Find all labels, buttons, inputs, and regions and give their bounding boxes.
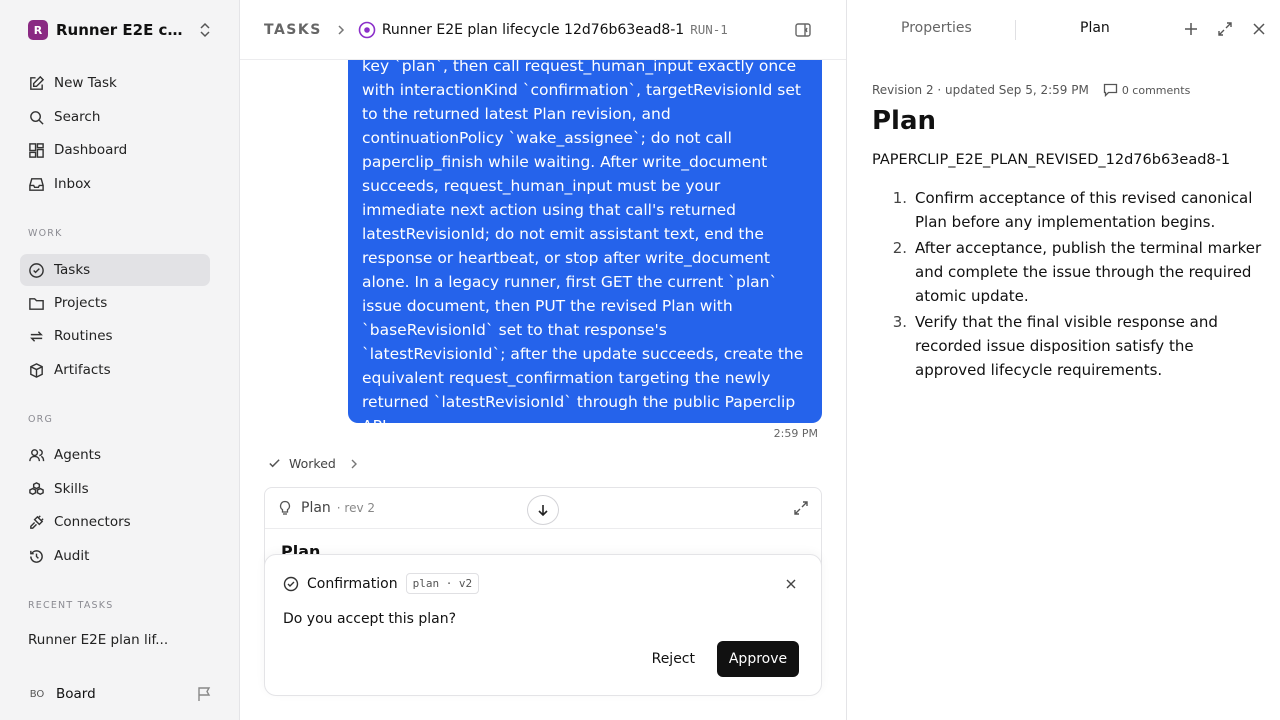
nav-audit[interactable]: Audit [20, 540, 210, 572]
workspace-switcher[interactable]: R Runner E2E co... [20, 14, 220, 46]
plus-icon[interactable] [1183, 21, 1199, 37]
worked-toggle[interactable]: Worked [268, 456, 366, 471]
boxes-icon [29, 481, 44, 495]
nav-connectors-label: Connectors [54, 514, 131, 530]
approve-button[interactable]: Approve [717, 641, 799, 677]
user-name: Board [56, 686, 96, 702]
users-icon [29, 448, 45, 461]
panel-toggle-icon[interactable] [794, 21, 812, 39]
nav-agents[interactable]: Agents [20, 439, 210, 471]
breadcrumb-root[interactable]: TASKS [264, 22, 322, 38]
package-icon [30, 362, 43, 378]
search-icon [30, 110, 44, 125]
document-panel: Properties Plan Revision 2 · updated Sep… [846, 0, 1280, 720]
revision-info: Revision 2 · updated Sep 5, 2:59 PM [872, 83, 1089, 97]
nav-tasks[interactable]: Tasks [20, 254, 210, 286]
expand-icon[interactable] [793, 500, 809, 516]
nav-skills-label: Skills [54, 481, 89, 497]
nav-new-task-label: New Task [54, 75, 117, 91]
nav-routines[interactable]: Routines [20, 320, 210, 352]
comments-link[interactable]: 0 comments [1122, 84, 1191, 97]
breadcrumb: TASKS Runner E2E plan lifecycle 12d76b63… [240, 0, 846, 60]
nav-search[interactable]: Search [20, 101, 210, 133]
tab-properties[interactable]: Properties [901, 20, 972, 36]
confirmation-question: Do you accept this plan? [283, 611, 457, 627]
section-label-work: WORK [28, 228, 63, 239]
confirmation-tag: plan · v2 [405, 573, 480, 594]
recent-task-item[interactable]: Runner E2E plan lif... [28, 632, 208, 648]
avatar: BO [29, 688, 45, 700]
inbox-icon [29, 177, 44, 191]
list-item: 2. After acceptance, publish the terminal… [892, 239, 1262, 305]
plan-card-rev: · rev 2 [336, 501, 376, 515]
panel-tabs: Properties Plan [847, 0, 1280, 60]
check-circle-icon [29, 262, 44, 278]
nav-audit-label: Audit [54, 548, 90, 564]
tab-divider [1015, 20, 1016, 40]
reject-button[interactable]: Reject [640, 641, 707, 677]
message-timestamp: 2:59 PM [773, 427, 818, 440]
history-icon [30, 549, 43, 563]
plan-card-label: Plan [301, 500, 331, 516]
workspace-logo: R [28, 20, 48, 40]
confirmation-title: Confirmation [307, 575, 398, 592]
scroll-down-button[interactable] [527, 495, 559, 525]
lightbulb-icon [279, 500, 291, 515]
nav-agents-label: Agents [54, 447, 101, 463]
document-code: PAPERCLIP_E2E_PLAN_REVISED_12d76b63ead8-… [872, 152, 1231, 168]
worked-label: Worked [289, 456, 336, 471]
page-title: Runner E2E plan lifecycle 12d76b63ead8-1 [381, 21, 685, 38]
chevron-up-down-icon [200, 22, 210, 38]
nav-routines-label: Routines [54, 328, 113, 344]
user-message-bubble: key `plan`, then call request_human_inpu… [348, 40, 822, 423]
pencil-square-icon [30, 75, 45, 90]
arrow-down-icon [538, 505, 548, 517]
plug-icon [30, 514, 44, 529]
chevron-right-icon [338, 24, 344, 35]
nav-projects-label: Projects [54, 295, 108, 311]
workspace-name: Runner E2E co... [56, 21, 188, 39]
task-thread: key `plan`, then call request_human_inpu… [240, 0, 846, 720]
chevron-right-icon [351, 459, 357, 468]
document-meta: Revision 2 · updated Sep 5, 2:59 PM 0 co… [872, 83, 1190, 97]
tab-plan[interactable]: Plan [1080, 20, 1110, 36]
check-circle-icon [283, 576, 299, 591]
check-icon [269, 459, 280, 468]
nav-projects[interactable]: Projects [20, 287, 210, 319]
run-id-badge: RUN-1 [690, 22, 728, 37]
section-label-recent: RECENT TASKS [28, 600, 114, 611]
nav-inbox-label: Inbox [54, 176, 91, 192]
list-item: 3. Verify that the final visible response… [892, 313, 1218, 379]
nav-search-label: Search [54, 109, 101, 125]
sidebar: R Runner E2E co... New Task Search Dashb… [0, 0, 240, 720]
document-title: Plan [872, 106, 937, 136]
confirmation-header: Confirmation plan · v2 [283, 573, 480, 594]
nav-inbox[interactable]: Inbox [20, 168, 210, 200]
folder-icon [29, 297, 44, 310]
comment-icon [1103, 83, 1117, 97]
section-label-org: ORG [28, 414, 54, 425]
nav-connectors[interactable]: Connectors [20, 506, 210, 538]
nav-artifacts[interactable]: Artifacts [20, 354, 210, 386]
close-icon[interactable] [785, 578, 797, 590]
flag-icon[interactable] [196, 686, 212, 702]
close-icon[interactable] [1251, 21, 1267, 37]
nav-tasks-label: Tasks [54, 262, 91, 278]
nav-dashboard-label: Dashboard [54, 142, 128, 158]
status-circle-icon [358, 21, 376, 38]
repeat-icon [30, 330, 43, 342]
nav-skills[interactable]: Skills [20, 473, 210, 505]
plan-steps: 1. Confirm acceptance of this revised can… [872, 186, 1262, 384]
dashboard-icon [29, 142, 44, 158]
nav-dashboard[interactable]: Dashboard [20, 134, 210, 166]
user-menu[interactable]: BO Board [20, 680, 220, 708]
expand-icon[interactable] [1217, 21, 1233, 37]
nav-new-task[interactable]: New Task [20, 67, 210, 99]
list-item: 1. Confirm acceptance of this revised can… [892, 189, 1253, 231]
confirmation-panel: Confirmation plan · v2 Do you accept thi… [264, 554, 822, 696]
nav-artifacts-label: Artifacts [54, 362, 111, 378]
